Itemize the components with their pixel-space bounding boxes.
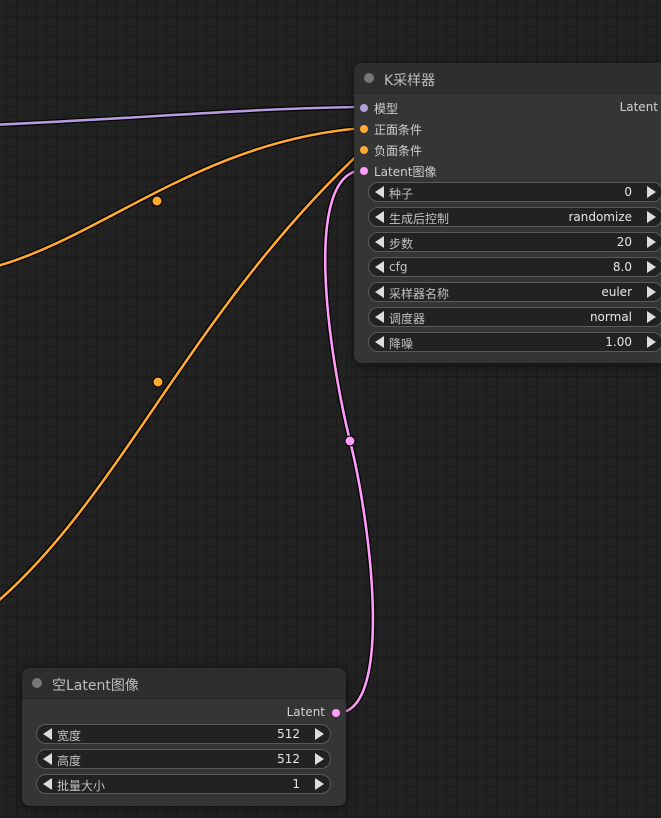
decrement-arrow-icon[interactable] bbox=[375, 236, 384, 248]
widget-label: cfg bbox=[389, 260, 408, 274]
positive-input-dot[interactable] bbox=[360, 125, 368, 133]
slot-label: Latent bbox=[286, 705, 325, 719]
decrement-arrow-icon[interactable] bbox=[43, 778, 52, 790]
widget-label: 批量大小 bbox=[57, 779, 106, 793]
positive-conditioning-link-color bbox=[0, 126, 366, 267]
link-midpoint-latent[interactable] bbox=[344, 435, 356, 447]
widget-value: 20 bbox=[616, 235, 632, 249]
widget-label: 种子 bbox=[389, 187, 414, 201]
widget-value: 1.00 bbox=[605, 335, 632, 349]
widget-value: 512 bbox=[277, 727, 300, 741]
node-title: K采样器 bbox=[384, 73, 436, 89]
negative-conditioning-link-color bbox=[0, 147, 366, 602]
widget-value: 1 bbox=[292, 777, 300, 791]
decrement-arrow-icon[interactable] bbox=[43, 753, 52, 765]
link-midpoint-positive[interactable] bbox=[151, 195, 163, 207]
input-slot-model[interactable]: 模型 bbox=[360, 100, 500, 116]
increment-arrow-icon[interactable] bbox=[647, 236, 656, 248]
widget-label: 高度 bbox=[57, 754, 82, 768]
increment-arrow-icon[interactable] bbox=[647, 186, 656, 198]
widget-label: 调度器 bbox=[389, 312, 426, 326]
slot-label: 负面条件 bbox=[374, 144, 423, 158]
latent-output-dot[interactable] bbox=[332, 709, 340, 717]
increment-arrow-icon[interactable] bbox=[647, 211, 656, 223]
output-slot-latent-label[interactable]: Latent bbox=[620, 100, 658, 114]
seed-widget[interactable]: 种子 0 bbox=[368, 182, 661, 202]
decrement-arrow-icon[interactable] bbox=[375, 211, 384, 223]
scheduler-widget[interactable]: 调度器 normal bbox=[368, 307, 661, 327]
increment-arrow-icon[interactable] bbox=[647, 336, 656, 348]
collapse-dot-icon[interactable] bbox=[32, 678, 42, 688]
collapse-dot-icon[interactable] bbox=[364, 73, 374, 83]
slot-label: 正面条件 bbox=[374, 123, 423, 137]
widget-label: 宽度 bbox=[57, 729, 82, 743]
sampler-name-widget[interactable]: 采样器名称 euler bbox=[368, 282, 661, 302]
increment-arrow-icon[interactable] bbox=[315, 728, 324, 740]
steps-widget[interactable]: 步数 20 bbox=[368, 232, 661, 252]
widget-value: 0 bbox=[624, 185, 632, 199]
slot-label: 模型 bbox=[374, 102, 399, 116]
decrement-arrow-icon[interactable] bbox=[375, 261, 384, 273]
increment-arrow-icon[interactable] bbox=[315, 778, 324, 790]
cfg-widget[interactable]: cfg 8.0 bbox=[368, 257, 661, 277]
ksampler-node[interactable]: K采样器 模型 Latent 正面条件 负面条件 Latent图像 种子 0 生… bbox=[354, 63, 661, 363]
empty-latent-node[interactable]: 空Latent图像 Latent 宽度 512 高度 512 批量大小 1 bbox=[22, 668, 346, 806]
decrement-arrow-icon[interactable] bbox=[375, 186, 384, 198]
input-slot-latent[interactable]: Latent图像 bbox=[360, 163, 500, 179]
increment-arrow-icon[interactable] bbox=[315, 753, 324, 765]
increment-arrow-icon[interactable] bbox=[647, 311, 656, 323]
width-widget[interactable]: 宽度 512 bbox=[36, 724, 331, 744]
increment-arrow-icon[interactable] bbox=[647, 286, 656, 298]
decrement-arrow-icon[interactable] bbox=[375, 311, 384, 323]
decrement-arrow-icon[interactable] bbox=[375, 336, 384, 348]
widget-value: euler bbox=[601, 285, 632, 299]
widget-label: 采样器名称 bbox=[389, 287, 450, 301]
output-slot-latent[interactable]: Latent bbox=[241, 705, 341, 721]
decrement-arrow-icon[interactable] bbox=[43, 728, 52, 740]
negative-conditioning-link[interactable] bbox=[0, 146, 367, 608]
height-widget[interactable]: 高度 512 bbox=[36, 749, 331, 769]
negative-input-dot[interactable] bbox=[360, 146, 368, 154]
widget-value: 512 bbox=[277, 752, 300, 766]
node-title-bar[interactable]: K采样器 bbox=[354, 63, 661, 94]
widget-label: 生成后控制 bbox=[389, 212, 450, 226]
positive-conditioning-link[interactable] bbox=[0, 125, 367, 268]
decrement-arrow-icon[interactable] bbox=[375, 286, 384, 298]
widget-value: 8.0 bbox=[612, 260, 632, 274]
widget-value: normal bbox=[589, 310, 632, 324]
model-input-dot[interactable] bbox=[360, 104, 368, 112]
node-title-bar[interactable]: 空Latent图像 bbox=[22, 668, 346, 699]
widget-label: 降噪 bbox=[389, 337, 414, 351]
control-after-generate-widget[interactable]: 生成后控制 randomize bbox=[368, 207, 661, 227]
batch-size-widget[interactable]: 批量大小 1 bbox=[36, 774, 331, 794]
node-title: 空Latent图像 bbox=[52, 678, 139, 694]
widget-label: 步数 bbox=[389, 237, 414, 251]
link-midpoint-negative[interactable] bbox=[152, 376, 164, 388]
denoise-widget[interactable]: 降噪 1.00 bbox=[368, 332, 661, 352]
latent-input-dot[interactable] bbox=[360, 167, 368, 175]
input-slot-positive[interactable]: 正面条件 bbox=[360, 121, 500, 137]
slot-label: Latent图像 bbox=[374, 165, 437, 179]
increment-arrow-icon[interactable] bbox=[647, 261, 656, 273]
widget-value: randomize bbox=[568, 210, 632, 224]
input-slot-negative[interactable]: 负面条件 bbox=[360, 142, 500, 158]
